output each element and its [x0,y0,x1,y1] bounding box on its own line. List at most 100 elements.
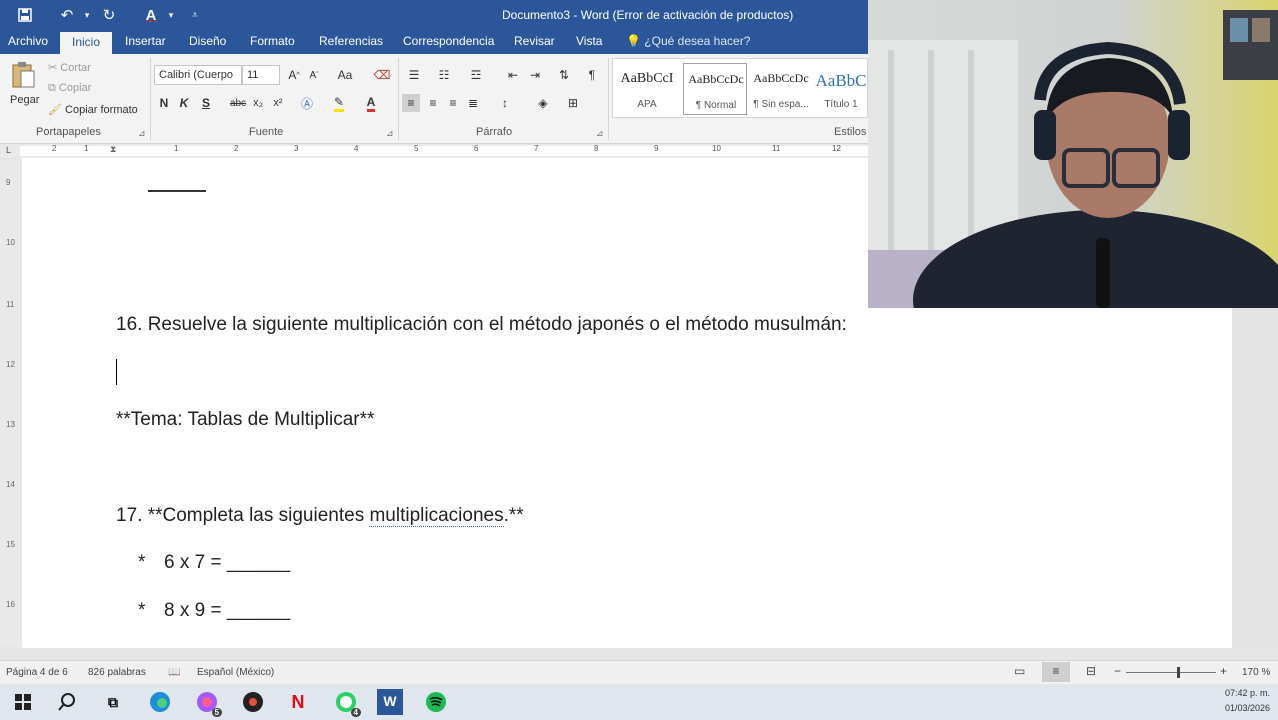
cut-button[interactable]: ✂ Cortar [48,61,91,74]
tell-me-box[interactable]: 💡 ¿Qué desea hacer? [626,34,750,48]
tab-selector-icon[interactable]: L [6,145,11,155]
font-launcher-icon[interactable]: ⊿ [386,128,394,139]
font-color-dropdown-icon[interactable]: ▾ [160,4,182,26]
style-titulo-1[interactable]: AaBbC Título 1 [815,63,867,115]
tab-archivo[interactable]: Archivo [8,34,48,48]
copy-button[interactable]: ⧉ Copiar [48,82,91,95]
tab-inicio[interactable]: Inicio [60,32,113,54]
bold-button[interactable]: N [156,94,172,112]
undo-dropdown-icon[interactable]: ▾ [76,4,98,26]
align-right-icon[interactable]: ≡ [444,94,462,112]
messenger-icon[interactable]: 5 [194,689,222,717]
tab-formato[interactable]: Formato [250,34,295,48]
zoom-in-button[interactable]: + [1220,664,1227,678]
search-icon[interactable] [54,689,80,715]
highlight-icon[interactable]: ✎ [330,94,348,112]
decrease-indent-icon[interactable]: ⇤ [504,66,522,84]
print-layout-icon[interactable]: ≡ [1042,662,1070,682]
topic-heading[interactable]: **Tema: Tablas de Multiplicar** [116,409,374,431]
subscript-button[interactable]: x₂ [250,94,266,112]
paragraph-launcher-icon[interactable]: ⊿ [596,128,604,139]
shading-icon[interactable]: ◈ [534,94,552,112]
exercise-item[interactable]: 8 x 9 = ______ [164,600,290,622]
align-center-icon[interactable]: ≡ [424,94,442,112]
vertical-ruler[interactable]: 9 10 11 12 13 14 15 16 [0,160,20,646]
change-case-button[interactable]: Aa [334,66,356,84]
word-icon[interactable]: W [377,689,403,715]
redo-icon[interactable]: ↻ [98,4,120,26]
style-sample: AaBbC [815,71,867,90]
format-painter-button[interactable]: 🖌 Copiar formato [48,103,138,116]
style-normal[interactable]: AaBbCcDc ¶ Normal [683,63,747,115]
style-sin-espaciado[interactable]: AaBbCcDc ¶ Sin espa... [749,63,813,115]
ruler-number: 1 [174,144,179,153]
zoom-out-button[interactable]: − [1114,664,1121,678]
numbering-icon[interactable]: ☷ [434,66,454,84]
language-indicator[interactable]: Español (México) [197,667,274,678]
word-count[interactable]: 826 palabras [88,667,146,678]
undo-icon[interactable]: ↶ [56,4,78,26]
font-group-label: Fuente [249,126,284,138]
multilevel-list-icon[interactable]: ☲ [466,66,486,84]
font-color-qa-icon[interactable]: A [140,4,162,26]
tab-correspondencia[interactable]: Correspondencia [403,34,494,48]
tab-insertar[interactable]: Insertar [125,34,166,48]
question-16[interactable]: 16. Resuelve la siguiente multiplicación… [116,314,847,336]
spotify-icon[interactable] [423,689,449,715]
borders-icon[interactable]: ⊞ [564,94,582,112]
windows-start-icon[interactable] [10,689,36,715]
font-color-icon[interactable]: A [362,94,380,112]
vruler-number: 15 [6,540,15,549]
text-effects-icon[interactable]: Ⓐ [298,94,316,112]
web-layout-icon[interactable]: ⊟ [1086,664,1096,678]
increase-indent-icon[interactable]: ⇥ [526,66,544,84]
line-spacing-icon[interactable]: ↕ [494,94,516,112]
shrink-font-icon[interactable]: Aˇ [306,66,322,84]
read-mode-icon[interactable]: ▭ [1014,664,1025,678]
zoom-slider-thumb[interactable] [1177,667,1180,678]
clipboard-launcher-icon[interactable]: ⊿ [138,128,146,139]
sort-icon[interactable]: ⇅ [556,66,572,84]
task-view-icon[interactable]: ⧉ [100,689,126,715]
netflix-icon[interactable]: N [285,689,311,715]
zoom-slider-track[interactable] [1126,672,1216,673]
question-17[interactable]: 17. **Completa las siguientes multiplica… [116,505,524,527]
save-icon[interactable] [14,4,36,26]
tab-vista[interactable]: Vista [576,34,602,48]
strikethrough-button[interactable]: abc [228,94,248,112]
cut-label: Cortar [60,62,91,74]
ruler-number: 5 [414,144,419,153]
exercise-item[interactable]: 6 x 7 = ______ [164,552,290,574]
edge-icon[interactable] [147,689,173,715]
customize-qa-icon[interactable]: ⩡ [184,4,206,26]
zoom-level[interactable]: 170 % [1242,667,1270,678]
spelling-flagged-word[interactable]: multiplicaciones [369,505,504,527]
paste-label[interactable]: Pegar [10,94,39,106]
style-apa[interactable]: AaBbCcI APA [615,63,679,115]
clear-format-icon[interactable]: ⌫ [372,66,392,84]
tab-revisar[interactable]: Revisar [514,34,555,48]
text-cursor [116,359,117,385]
tab-referencias[interactable]: Referencias [319,34,383,48]
paste-icon[interactable] [8,60,38,90]
chrome-icon[interactable] [240,689,266,715]
tab-diseno[interactable]: Diseño [189,34,226,48]
page-count[interactable]: Página 4 de 6 [6,667,68,678]
underline-button[interactable]: S [198,94,214,112]
style-sample: AaBbCcDc [753,71,809,85]
clock[interactable]: 07:42 p. m. 01/03/2026 [1225,686,1270,716]
justify-icon[interactable]: ≣ [464,94,482,112]
italic-button[interactable]: K [176,94,192,112]
font-name-combo[interactable]: Calibri (Cuerpo [154,65,242,85]
whatsapp-icon[interactable]: 4 [333,689,361,717]
style-sample: AaBbCcDc [688,72,744,86]
word-window: ↶ ▾ ↻ A ▾ ⩡ Documento3 - Word (Error de … [0,0,1278,720]
indent-marker-icon[interactable]: ⧗ [110,144,116,155]
proofing-icon[interactable]: 📖 [168,667,180,678]
align-left-icon[interactable]: ≡ [402,94,420,112]
bullets-icon[interactable]: ☰ [404,66,424,84]
pilcrow-icon[interactable]: ¶ [584,66,600,84]
font-size-combo[interactable]: 11 [242,65,280,85]
grow-font-icon[interactable]: A ^ [286,66,302,84]
superscript-button[interactable]: x² [270,94,286,112]
